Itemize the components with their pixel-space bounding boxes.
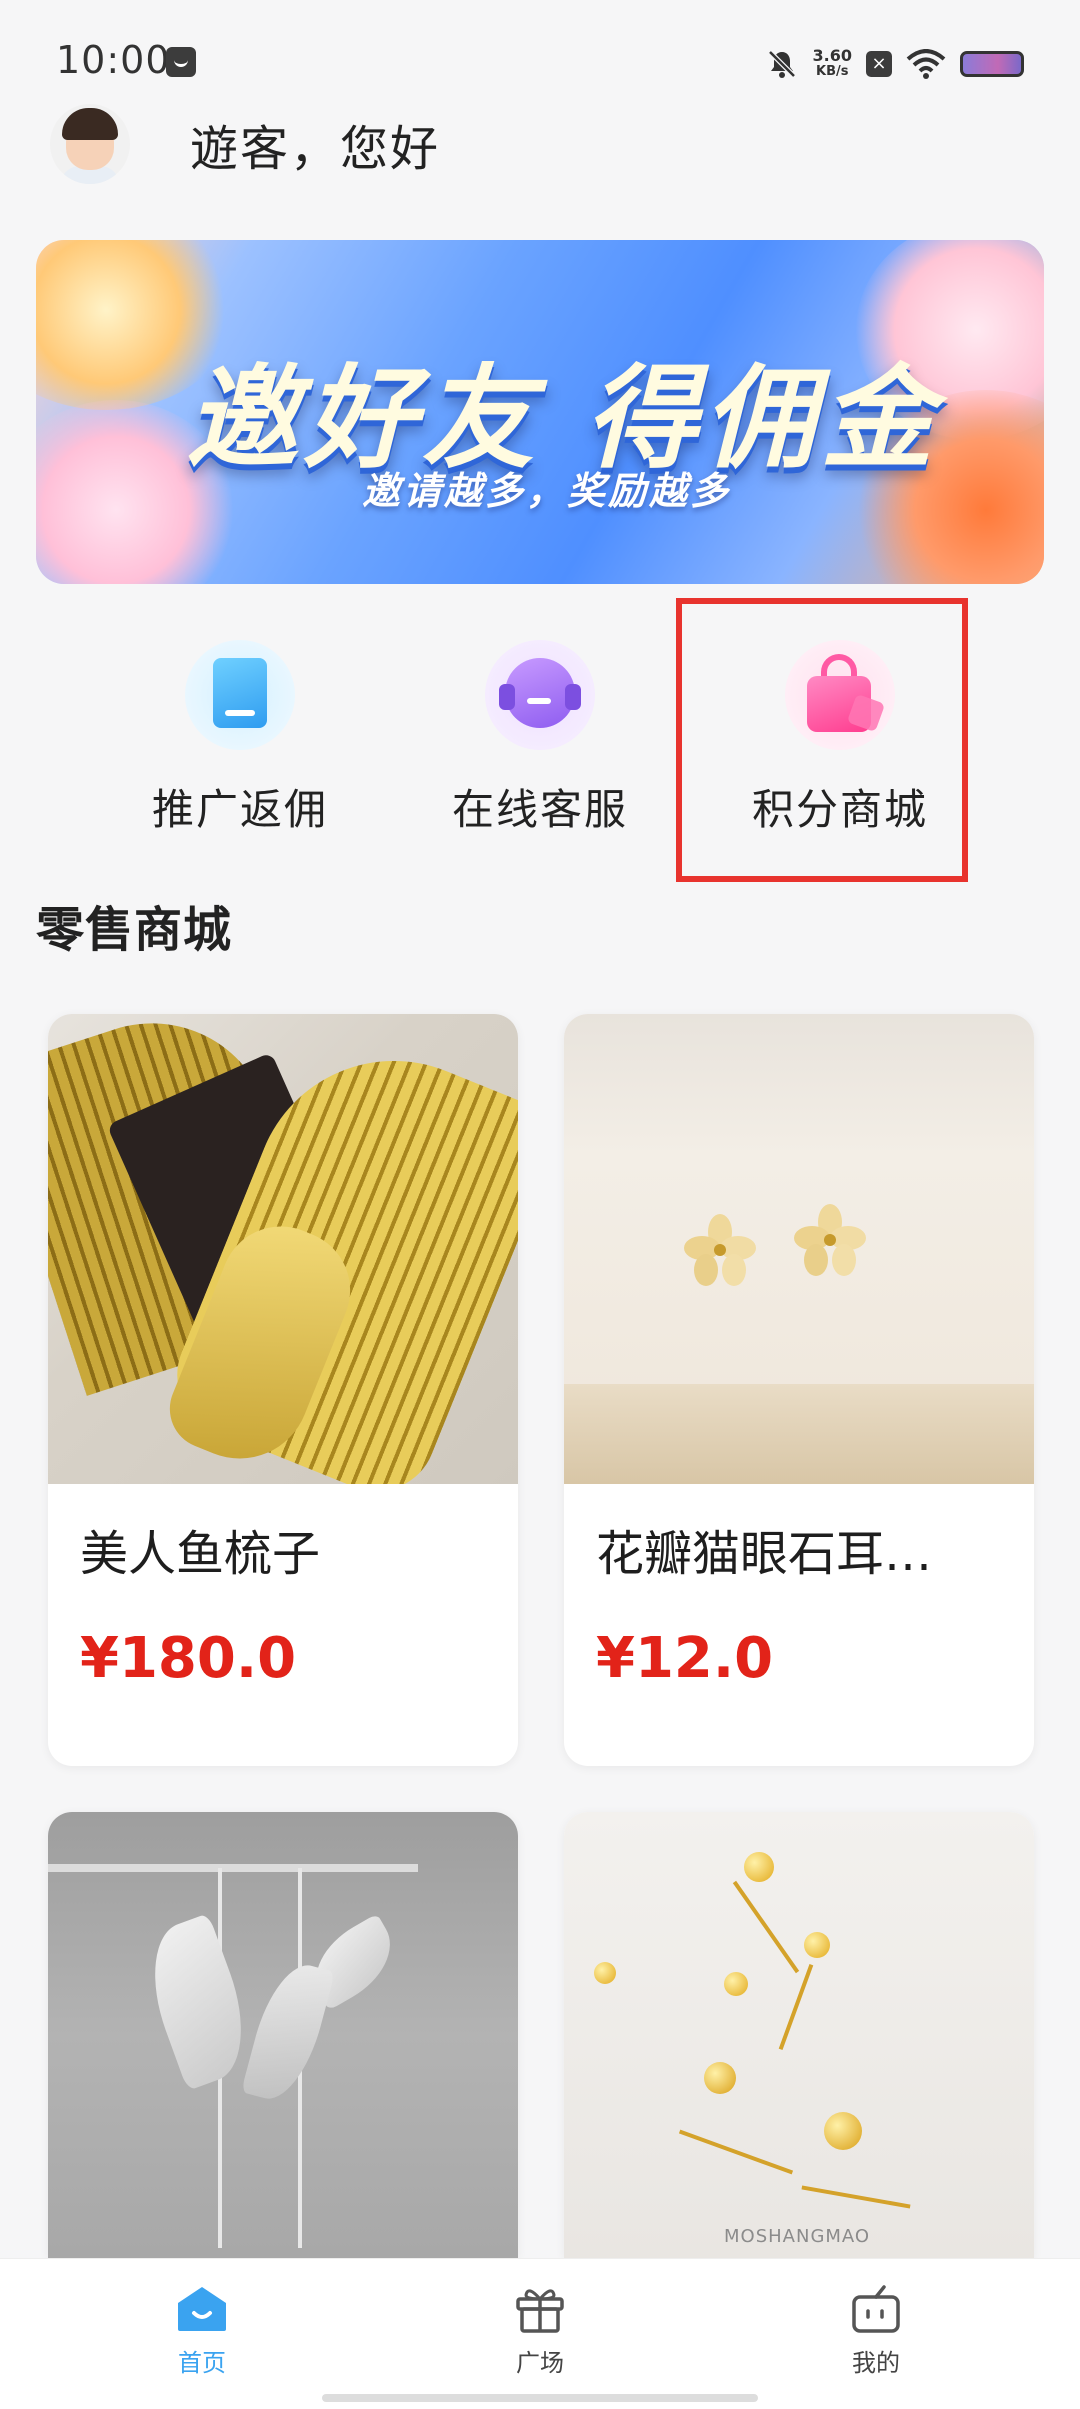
product-price: ¥180.0 [80, 1626, 297, 1691]
tab-label: 我的 [852, 2349, 900, 2377]
mute-bell-icon [767, 50, 796, 78]
status-bar: 10:00 3.60 KB/s × [0, 0, 1080, 100]
book-icon [185, 640, 295, 750]
headset-icon [485, 640, 595, 750]
tab-label: 首页 [178, 2349, 226, 2377]
close-box-icon: × [866, 51, 892, 77]
quick-action-label: 在线客服 [451, 785, 628, 834]
promo-banner[interactable]: 邀好友 得佣金 邀请越多，奖励越多 [36, 240, 1044, 584]
product-image-silver-earrings [48, 1812, 518, 2258]
product-image-earrings [564, 1014, 1034, 1484]
quick-action-referral[interactable]: 推广返佣 [90, 620, 390, 860]
product-card[interactable]: 花瓣猫眼石耳… ¥12.0 [564, 1014, 1034, 1766]
product-name: 美人鱼梳子 [80, 1526, 321, 1582]
product-card[interactable]: 美人鱼梳子 ¥180.0 [48, 1014, 518, 1766]
message-notification-icon [166, 47, 196, 77]
home-indicator-bar[interactable] [322, 2394, 758, 2402]
robot-profile-icon [850, 2285, 902, 2333]
bottom-tab-bar: 首页 广场 我的 [0, 2258, 1080, 2409]
tab-home[interactable]: 首页 [102, 2285, 302, 2378]
battery-icon [960, 51, 1024, 77]
product-image-gold-studs: MOSHANGMAO [564, 1812, 1034, 2258]
section-title: 零售商城 [36, 902, 233, 958]
avatar[interactable] [50, 104, 130, 184]
wifi-icon [906, 49, 946, 79]
home-icon [176, 2285, 228, 2333]
quick-action-customer-service[interactable]: 在线客服 [390, 620, 690, 860]
system-icons: 3.60 KB/s × [765, 44, 1024, 84]
user-greeting[interactable]: 遊客，您好 [50, 104, 440, 184]
product-card[interactable]: MOSHANGMAO [564, 1812, 1034, 2258]
product-image-comb [48, 1014, 518, 1484]
gift-icon [514, 2285, 566, 2333]
product-name: 花瓣猫眼石耳… [596, 1526, 933, 1582]
greeting-text: 遊客，您好 [190, 121, 441, 177]
clock: 10:00 [56, 38, 171, 82]
product-card[interactable] [48, 1812, 518, 2258]
tab-mine[interactable]: 我的 [776, 2285, 976, 2378]
network-speed: 3.60 KB/s [812, 46, 852, 80]
product-price: ¥12.0 [596, 1626, 774, 1691]
photo-watermark: MOSHANGMAO [724, 2226, 871, 2247]
banner-subtitle: 邀请越多，奖励越多 [362, 469, 732, 513]
quick-action-label: 推广返佣 [151, 785, 328, 834]
tab-label: 广场 [516, 2349, 564, 2377]
highlight-box [676, 598, 968, 882]
tab-square[interactable]: 广场 [440, 2285, 640, 2378]
